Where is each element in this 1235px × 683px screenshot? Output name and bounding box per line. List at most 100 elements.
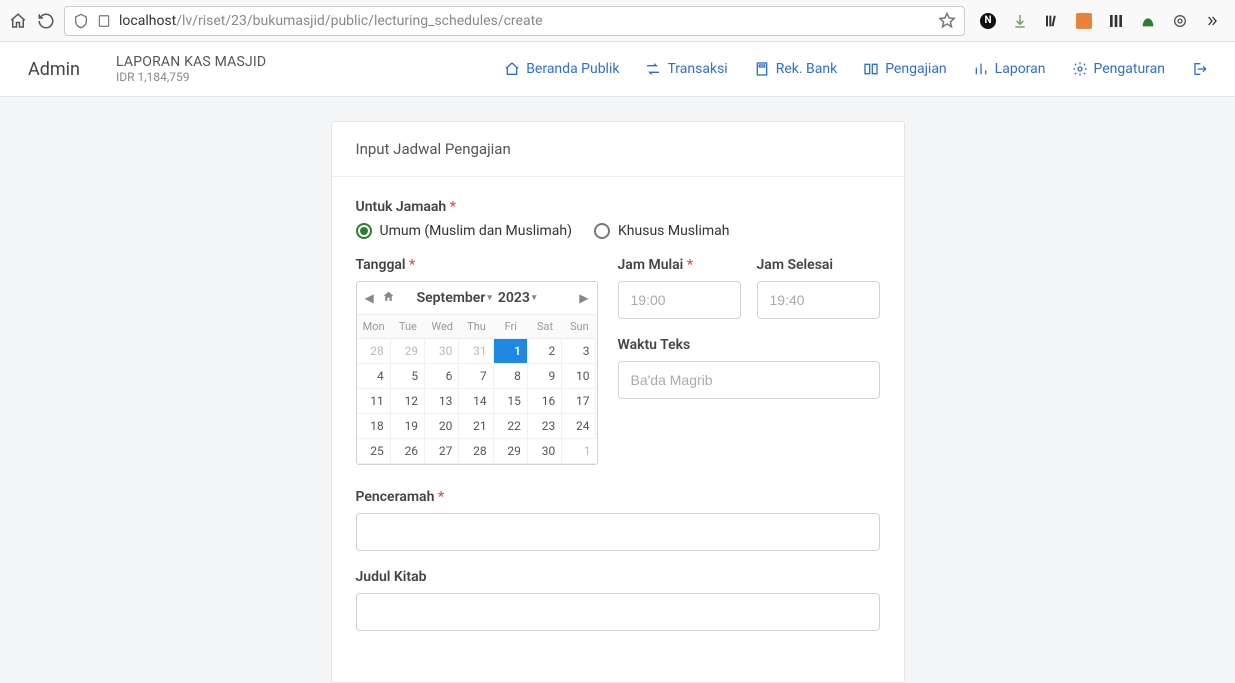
extension-n-icon[interactable]: N [979,12,997,30]
cal-day[interactable]: 21 [459,414,493,439]
cal-day[interactable]: 17 [562,389,596,414]
extension-dome-icon[interactable] [1139,12,1157,30]
brand-title: LAPORAN KAS MASJID [116,54,266,70]
penceramah-input[interactable] [356,513,880,551]
cal-year-select[interactable]: 2023▾ [498,290,537,306]
jam-selesai-label: Jam Selesai [757,257,880,273]
page-icon [97,14,111,28]
home-icon[interactable] [8,11,28,31]
datepicker: ◀ September▾ 2023▾ ▶ MonTueWedThuFriSatS… [356,281,598,465]
radio-off-icon [594,223,610,239]
cal-dow: Sat [528,314,562,339]
nav-label: Transaksi [667,61,727,77]
extension-circle-icon[interactable] [1171,12,1189,30]
cal-day[interactable]: 26 [391,439,425,464]
judul-kitab-input[interactable] [356,593,880,631]
library-icon[interactable] [1043,12,1061,30]
extension-grid-icon[interactable] [1107,12,1125,30]
cal-day[interactable]: 20 [425,414,459,439]
browser-toolbar: localhost/lv/riset/23/bukumasjid/public/… [0,0,1235,42]
cal-day[interactable]: 4 [357,364,391,389]
cal-day[interactable]: 13 [425,389,459,414]
cal-home-icon[interactable] [382,290,395,307]
url-bar[interactable]: localhost/lv/riset/23/bukumasjid/public/… [64,6,965,36]
cal-day[interactable]: 30 [425,339,459,364]
cal-day[interactable]: 29 [494,439,528,464]
cal-day[interactable]: 1 [494,339,528,364]
cal-day[interactable]: 11 [357,389,391,414]
judul-kitab-label: Judul Kitab [356,569,880,585]
radio-on-icon [356,223,372,239]
nav-transaksi[interactable]: Transaksi [645,61,727,77]
app-header: Admin LAPORAN KAS MASJID IDR 1,184,759 B… [0,42,1235,97]
cal-dow: Fri [494,314,528,339]
cal-day[interactable]: 28 [459,439,493,464]
brand-balance: IDR 1,184,759 [116,70,266,84]
cal-day[interactable]: 15 [494,389,528,414]
penceramah-label: Penceramah * [356,489,880,505]
cal-day[interactable]: 3 [562,339,596,364]
cal-day[interactable]: 5 [391,364,425,389]
cal-dow: Mon [357,314,391,339]
jamaah-label: Untuk Jamaah * [356,199,880,215]
cal-next-icon[interactable]: ▶ [579,291,588,305]
cal-dow: Sun [562,314,596,339]
cal-day[interactable]: 14 [459,389,493,414]
jam-selesai-input[interactable] [757,281,880,319]
toolbar-right: N [973,12,1227,30]
page-body: Input Jadwal Pengajian Untuk Jamaah * Um… [0,97,1235,683]
radio-umum[interactable]: Umum (Muslim dan Muslimah) [356,223,573,239]
reload-icon[interactable] [36,11,56,31]
cal-day[interactable]: 27 [425,439,459,464]
brand-block[interactable]: LAPORAN KAS MASJID IDR 1,184,759 [116,54,266,84]
download-icon[interactable] [1011,12,1029,30]
cal-day[interactable]: 23 [528,414,562,439]
cal-prev-icon[interactable]: ◀ [365,291,374,305]
cal-day[interactable]: 8 [494,364,528,389]
bookmark-star-icon[interactable] [938,12,956,30]
cal-day[interactable]: 24 [562,414,596,439]
cal-day[interactable]: 7 [459,364,493,389]
nav-pengaturan[interactable]: Pengaturan [1072,61,1166,77]
overflow-icon[interactable] [1203,12,1221,30]
jam-mulai-input[interactable] [618,281,741,319]
cal-day[interactable]: 2 [528,339,562,364]
nav-beranda[interactable]: Beranda Publik [504,61,619,77]
cal-day[interactable]: 22 [494,414,528,439]
cal-day[interactable]: 12 [391,389,425,414]
cal-dow: Wed [425,314,459,339]
radio-label: Umum (Muslim dan Muslimah) [380,223,573,239]
cal-day[interactable]: 30 [528,439,562,464]
radio-muslimah[interactable]: Khusus Muslimah [594,223,729,239]
nav-pengajian[interactable]: Pengajian [863,61,946,77]
nav-laporan[interactable]: Laporan [973,61,1046,77]
nav-logout[interactable] [1191,61,1207,77]
cal-day[interactable]: 9 [528,364,562,389]
cal-day[interactable]: 10 [562,364,596,389]
nav-label: Rek. Bank [776,61,837,77]
cal-day[interactable]: 29 [391,339,425,364]
cal-day[interactable]: 6 [425,364,459,389]
field-jamaah: Untuk Jamaah * Umum (Muslim dan Muslimah… [356,199,880,239]
cal-day[interactable]: 31 [459,339,493,364]
cal-day[interactable]: 25 [357,439,391,464]
tanggal-label: Tanggal * [356,257,598,273]
nav-rekbank[interactable]: Rek. Bank [754,61,837,77]
nav-label: Beranda Publik [526,61,619,77]
extension-rss-icon[interactable] [1075,12,1093,30]
cal-day[interactable]: 16 [528,389,562,414]
nav-label: Laporan [995,61,1046,77]
cal-day[interactable]: 19 [391,414,425,439]
cal-dow: Thu [459,314,493,339]
shield-icon [73,13,89,29]
main-nav: Beranda Publik Transaksi Rek. Bank Penga… [504,61,1207,77]
cal-day[interactable]: 28 [357,339,391,364]
admin-label[interactable]: Admin [28,59,80,80]
cal-day[interactable]: 1 [562,439,596,464]
nav-label: Pengaturan [1094,61,1166,77]
nav-label: Pengajian [885,61,946,77]
cal-day[interactable]: 18 [357,414,391,439]
waktu-teks-label: Waktu Teks [618,337,880,353]
cal-month-select[interactable]: September▾ [417,290,492,306]
waktu-teks-input[interactable] [618,361,880,399]
